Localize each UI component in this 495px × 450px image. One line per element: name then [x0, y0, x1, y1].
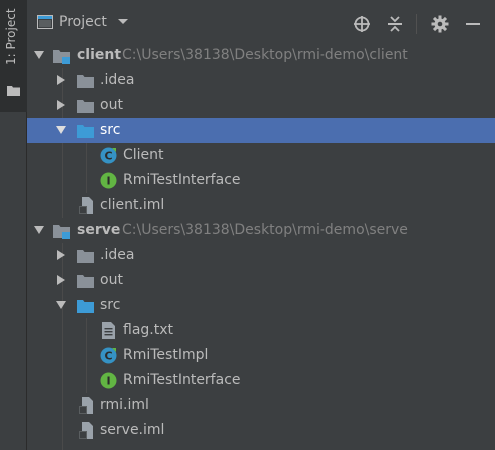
tree-row-out[interactable]: out	[27, 93, 495, 118]
interface-icon: I	[100, 172, 117, 189]
tree-row-label: serve.iml	[100, 422, 165, 438]
project-tree[interactable]: client C:\Users\38138\Desktop\rmi-demo\c…	[27, 43, 495, 450]
tree-row-label: src	[100, 122, 121, 138]
view-selector[interactable]: Project	[37, 14, 129, 30]
collapsed-arrow-icon[interactable]	[55, 99, 67, 111]
tree-row-rmitestimpl[interactable]: C RmiTestImpl	[27, 343, 495, 368]
interface-icon: I	[100, 372, 117, 389]
folder-icon	[7, 86, 20, 96]
settings-button[interactable]	[431, 15, 449, 33]
locate-icon	[354, 16, 370, 32]
tree-row-label: src	[100, 297, 121, 313]
project-panel-header: Project	[27, 0, 495, 47]
tree-row-label: .idea	[100, 72, 135, 88]
project-tool-tab-label: 1: Project	[4, 8, 18, 65]
source-folder-icon	[77, 125, 94, 138]
gear-icon	[431, 15, 449, 33]
tree-row-flag-txt[interactable]: flag.txt	[27, 318, 495, 343]
chevron-down-icon	[117, 19, 128, 24]
minimize-icon	[466, 23, 480, 25]
tree-row-label: flag.txt	[123, 322, 173, 338]
folder-icon	[77, 250, 94, 263]
hide-panel-button[interactable]	[464, 15, 482, 33]
class-icon: C	[100, 347, 117, 364]
iml-file-icon	[79, 397, 93, 414]
tree-row-label: out	[100, 272, 123, 288]
folder-icon	[77, 75, 94, 88]
folder-icon	[77, 275, 94, 288]
tree-row-rmi-iml[interactable]: rmi.iml	[27, 393, 495, 418]
tree-row-label: RmiTestInterface	[123, 372, 241, 388]
expanded-arrow-icon[interactable]	[33, 224, 45, 236]
tree-row-label: rmi.iml	[100, 397, 149, 413]
tree-row-label: .idea	[100, 247, 135, 263]
project-view-icon	[37, 15, 53, 29]
svg-text:I: I	[106, 175, 110, 188]
tree-row-label: out	[100, 97, 123, 113]
tree-row-label: RmiTestInterface	[123, 172, 241, 188]
tool-window-stripe: 1: Project	[0, 0, 27, 450]
collapsed-arrow-icon[interactable]	[55, 274, 67, 286]
module-path: C:\Users\38138\Desktop\rmi-demo\client	[122, 47, 408, 63]
module-folder-icon	[53, 50, 70, 64]
tree-row-client-class[interactable]: C Client	[27, 143, 495, 168]
svg-text:C: C	[104, 350, 112, 363]
collapsed-arrow-icon[interactable]	[55, 74, 67, 86]
tree-row-idea[interactable]: .idea	[27, 243, 495, 268]
svg-text:I: I	[106, 375, 110, 388]
tree-row-idea[interactable]: .idea	[27, 68, 495, 93]
tree-row-src[interactable]: src	[27, 293, 495, 318]
tree-row-label: client.iml	[100, 197, 165, 213]
expanded-arrow-icon[interactable]	[33, 49, 45, 61]
tree-row-src-selected[interactable]: src	[27, 118, 495, 143]
collapse-all-button[interactable]	[386, 15, 404, 33]
text-file-icon	[102, 322, 115, 339]
header-divider	[416, 14, 417, 34]
tree-row-serve-iml[interactable]: serve.iml	[27, 418, 495, 443]
tree-row-label: RmiTestImpl	[123, 347, 209, 363]
module-path: C:\Users\38138\Desktop\rmi-demo\serve	[122, 222, 408, 238]
tree-row-client-iml[interactable]: client.iml	[27, 193, 495, 218]
source-folder-icon	[77, 300, 94, 313]
tree-row-rmitestinterface[interactable]: I RmiTestInterface	[27, 168, 495, 193]
panel-title: Project	[59, 14, 107, 30]
iml-file-icon	[79, 197, 93, 214]
tree-row-serve-module[interactable]: serve C:\Users\38138\Desktop\rmi-demo\se…	[27, 218, 495, 243]
project-tool-tab[interactable]: 1: Project	[0, 0, 27, 112]
folder-icon	[77, 100, 94, 113]
collapse-icon	[388, 16, 402, 32]
collapsed-arrow-icon[interactable]	[55, 249, 67, 261]
expanded-arrow-icon[interactable]	[55, 124, 67, 136]
tree-row-out[interactable]: out	[27, 268, 495, 293]
tree-row-label: client	[77, 47, 122, 63]
tree-row-rmitestinterface[interactable]: I RmiTestInterface	[27, 368, 495, 393]
svg-text:C: C	[104, 150, 112, 163]
tree-row-label: serve	[77, 222, 121, 238]
locate-button[interactable]	[353, 15, 371, 33]
iml-file-icon	[79, 422, 93, 439]
module-folder-icon	[53, 225, 70, 239]
tree-row-client-module[interactable]: client C:\Users\38138\Desktop\rmi-demo\c…	[27, 43, 495, 68]
class-icon: C	[100, 147, 117, 164]
tree-row-label: Client	[123, 147, 164, 163]
expanded-arrow-icon[interactable]	[55, 299, 67, 311]
